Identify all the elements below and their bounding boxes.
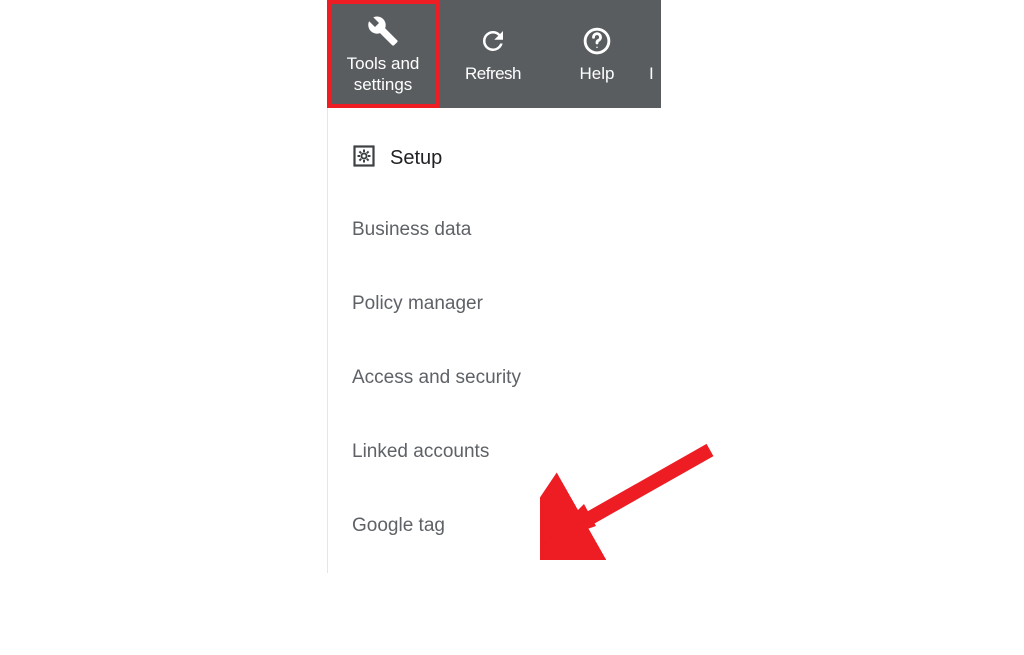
tools-label-line1: Tools and [347, 53, 420, 74]
menu-item-google-tag[interactable]: Google tag [352, 489, 659, 563]
refresh-icon [478, 21, 508, 61]
wrench-icon [367, 11, 399, 51]
tools-label-line2: settings [354, 74, 413, 95]
menu-item-access-security[interactable]: Access and security [352, 341, 659, 415]
refresh-button[interactable]: Refresh [439, 0, 547, 108]
refresh-label: Refresh [465, 63, 521, 84]
menu-item-policy-manager[interactable]: Policy manager [352, 267, 659, 341]
menu-item-linked-accounts[interactable]: Linked accounts [352, 415, 659, 489]
toolbar-overflow-item[interactable]: I [647, 0, 661, 108]
help-icon [582, 21, 612, 61]
help-label: Help [580, 63, 615, 84]
gear-box-icon [352, 144, 376, 173]
help-button[interactable]: Help [547, 0, 647, 108]
top-toolbar: Tools and settings Refresh Help I [327, 0, 661, 108]
setup-section-title: Setup [390, 147, 442, 170]
tools-and-settings-button[interactable]: Tools and settings [327, 0, 439, 108]
overflow-label: I [647, 63, 661, 84]
menu-item-business-data[interactable]: Business data [352, 193, 659, 267]
tools-dropdown-panel: Setup Business data Policy manager Acces… [327, 108, 659, 573]
setup-section-header: Setup [352, 138, 659, 193]
